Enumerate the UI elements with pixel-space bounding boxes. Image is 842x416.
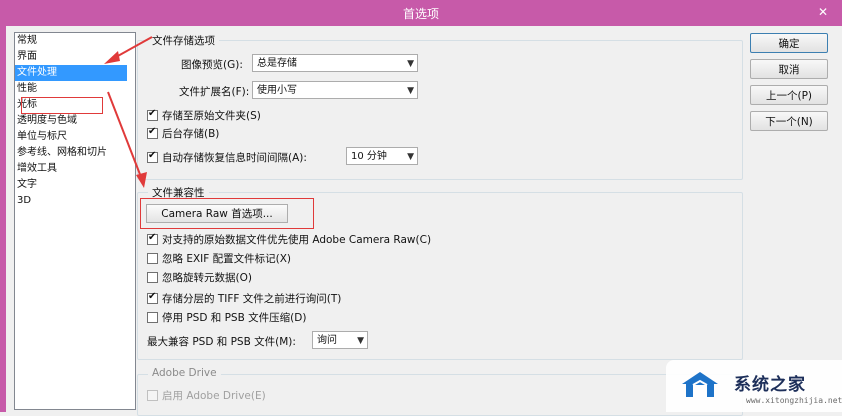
save-original-checkbox[interactable]: ✔ 存储至原始文件夹(S) [147,108,261,123]
checkbox-label: 忽略 EXIF 配置文件标记(X) [162,253,292,265]
sidebar-item-interface[interactable]: 界面 [15,49,135,65]
check-icon: ✔ [148,232,157,243]
window-title: 首选项 [402,7,439,21]
checkbox-label: 自动存储恢复信息时间间隔(A): [162,152,307,164]
next-button[interactable]: 下一个(N) [750,111,828,131]
checkbox-label: 存储至原始文件夹(S) [162,110,261,122]
max-compat-label: 最大兼容 PSD 和 PSB 文件(M): [147,336,296,348]
group-title: 文件存储选项 [148,33,219,48]
ignore-exif-checkbox[interactable]: 忽略 EXIF 配置文件标记(X) [147,251,291,266]
ignore-rotation-checkbox[interactable]: 忽略旋转元数据(O) [147,270,252,285]
site-watermark: 系统之家 www.xitongzhijia.net [666,360,842,412]
sidebar-item-plugins[interactable]: 增效工具 [15,161,135,177]
image-preview-label: 图像预览(G): [181,59,243,71]
annotation-highlight-box [21,97,103,114]
annotation-highlight-box [140,198,314,229]
check-icon: ✔ [148,150,157,161]
sidebar-item-general[interactable]: 常规 [15,33,135,49]
autosave-checkbox[interactable]: ✔ 自动存储恢复信息时间间隔(A): [147,150,307,165]
group-title: Adobe Drive [148,367,221,379]
image-preview-select[interactable]: 总是存储 ▼ [252,54,418,72]
watermark-url: www.xitongzhijia.net [746,396,842,405]
checkbox-box[interactable] [147,312,158,323]
sidebar-item-guides[interactable]: 参考线、网格和切片 [15,145,135,161]
checkbox-box [147,390,158,401]
house-logo-icon [682,372,718,397]
checkbox-box[interactable]: ✔ [147,108,158,121]
sidebar-item-3d[interactable]: 3D [15,193,135,209]
checkbox-label: 后台存储(B) [162,128,220,140]
background-save-checkbox[interactable]: ✔ 后台存储(B) [147,126,219,141]
checkbox-box[interactable] [147,253,158,264]
dialog-client: 常规 界面 文件处理 性能 光标 透明度与色域 单位与标尺 参考线、网格和切片 … [6,26,842,416]
chevron-down-icon: ▼ [357,336,364,346]
disable-compression-checkbox[interactable]: 停用 PSD 和 PSB 文件压缩(D) [147,310,306,325]
titlebar: 首选项 ✕ [0,0,842,26]
previous-button[interactable]: 上一个(P) [750,85,828,105]
extension-label: 文件扩展名(F): [179,86,250,98]
extension-select[interactable]: 使用小写 ▼ [252,81,418,99]
prefer-acr-checkbox[interactable]: ✔ 对支持的原始数据文件优先使用 Adobe Camera Raw(C) [147,232,431,247]
checkbox-box[interactable] [147,272,158,283]
max-compat-select[interactable]: 询问 ▼ [312,331,368,349]
autosave-interval-select[interactable]: 10 分钟 ▼ [346,147,418,165]
checkbox-label: 启用 Adobe Drive(E) [162,390,266,402]
close-icon[interactable]: ✕ [808,2,838,22]
sidebar-item-transparency[interactable]: 透明度与色域 [15,113,135,129]
chevron-down-icon: ▼ [407,152,414,162]
sidebar-item-performance[interactable]: 性能 [15,81,135,97]
ask-tiff-checkbox[interactable]: ✔ 存储分层的 TIFF 文件之前进行询问(T) [147,291,341,306]
check-icon: ✔ [148,291,157,302]
watermark-text: 系统之家 [734,375,806,395]
checkbox-box[interactable]: ✔ [147,126,158,139]
check-icon: ✔ [148,108,157,119]
sidebar-item-type[interactable]: 文字 [15,177,135,193]
sidebar-item-file-handling[interactable]: 文件处理 [15,65,127,81]
selected-value: 询问 [317,335,337,346]
cancel-button[interactable]: 取消 [750,59,828,79]
ok-button[interactable]: 确定 [750,33,828,53]
chevron-down-icon: ▼ [407,59,414,69]
selected-value: 使用小写 [257,85,297,96]
category-list[interactable]: 常规 界面 文件处理 性能 光标 透明度与色域 单位与标尺 参考线、网格和切片 … [14,32,136,410]
checkbox-label: 存储分层的 TIFF 文件之前进行询问(T) [162,293,342,305]
selected-value: 总是存储 [257,58,297,69]
checkbox-box[interactable]: ✔ [147,150,158,163]
checkbox-label: 对支持的原始数据文件优先使用 Adobe Camera Raw(C) [162,234,432,246]
checkbox-label: 停用 PSD 和 PSB 文件压缩(D) [162,312,307,324]
enable-adobe-drive-checkbox: 启用 Adobe Drive(E) [147,388,266,403]
chevron-down-icon: ▼ [407,86,414,96]
checkbox-box[interactable]: ✔ [147,291,158,304]
check-icon: ✔ [148,126,157,137]
checkbox-label: 忽略旋转元数据(O) [162,272,252,284]
selected-value: 10 分钟 [351,151,387,162]
checkbox-box[interactable]: ✔ [147,232,158,245]
sidebar-item-units[interactable]: 单位与标尺 [15,129,135,145]
